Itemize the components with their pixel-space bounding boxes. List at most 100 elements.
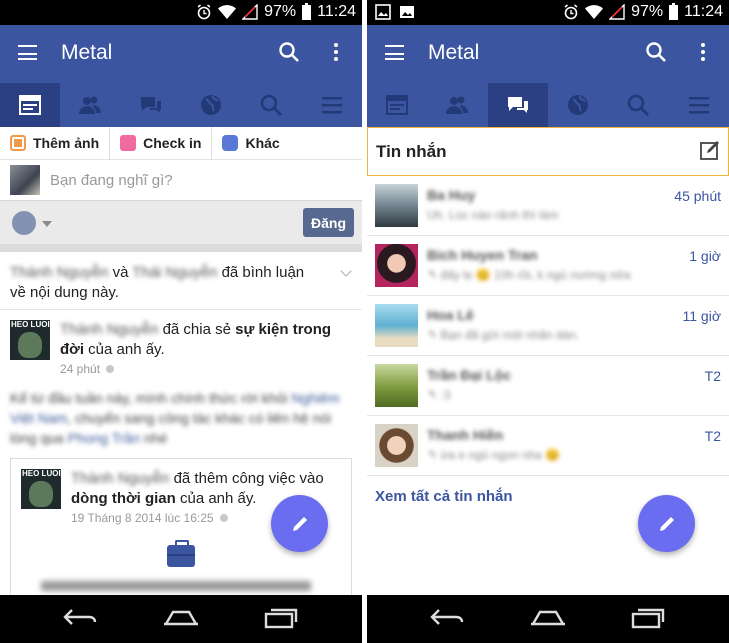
battery-percent: 97% bbox=[264, 3, 297, 20]
clock: 11:24 bbox=[684, 3, 723, 20]
message-preview: ↰ đấy lẹ 😊 10h rồi, k ngủ nướng nữa bbox=[427, 268, 631, 282]
shared-date[interactable]: 19 Tháng 8 2014 lúc 16:25 bbox=[71, 511, 214, 525]
message-item[interactable]: Trần Đại Lộc ↰ :3 T2 bbox=[367, 356, 729, 416]
tab-notifications[interactable] bbox=[181, 83, 241, 127]
messages-icon bbox=[507, 97, 528, 113]
see-all-messages-link[interactable]: Xem tất cả tin nhắn bbox=[375, 488, 513, 505]
message-item[interactable]: Hoa Lê ↰ Bạn đã gửi một nhãn dán. 11 giờ bbox=[367, 296, 729, 356]
wifi-icon bbox=[218, 5, 237, 19]
home-icon[interactable] bbox=[529, 607, 567, 627]
check-in-label: Check in bbox=[143, 135, 202, 151]
avatar bbox=[10, 165, 40, 195]
add-photo-button[interactable]: Thêm ảnh bbox=[0, 126, 111, 160]
blurred-text bbox=[41, 581, 311, 591]
compose-fab[interactable] bbox=[271, 495, 328, 552]
avatar-text: HEO LUOI bbox=[22, 469, 61, 478]
tab-news-feed[interactable] bbox=[0, 83, 61, 127]
app-bar: Metal bbox=[367, 25, 729, 83]
divider bbox=[0, 244, 362, 252]
compose-fab[interactable] bbox=[638, 495, 695, 552]
feed-post: HEO LUOI Thành Nguyễn đã chia sẻ sự kiện… bbox=[0, 310, 362, 448]
search-icon[interactable] bbox=[278, 41, 300, 63]
photo-icon bbox=[10, 135, 26, 151]
menu-icon[interactable] bbox=[18, 45, 37, 60]
recents-icon[interactable] bbox=[631, 607, 665, 629]
post-author[interactable]: Thành Nguyễn bbox=[60, 321, 158, 338]
post-button[interactable]: Đăng bbox=[303, 208, 354, 237]
messages-icon bbox=[140, 97, 161, 113]
friends-icon bbox=[446, 96, 469, 114]
tab-messages[interactable] bbox=[487, 83, 548, 127]
audience-globe-icon[interactable] bbox=[12, 211, 36, 235]
shared-author[interactable]: Thành Nguyễn bbox=[71, 470, 169, 487]
message-item[interactable]: Thanh Hiền ↰ ừa e ngủ ngon nha 😊 T2 bbox=[367, 416, 729, 476]
avatar bbox=[375, 244, 418, 287]
message-preview: ↰ :3 bbox=[427, 388, 451, 402]
post-action: đã chia sẻ bbox=[162, 321, 231, 338]
home-icon[interactable] bbox=[162, 607, 200, 627]
tab-more[interactable] bbox=[669, 83, 729, 127]
message-sender: Trần Đại Lộc bbox=[427, 367, 512, 383]
battery-icon bbox=[669, 2, 679, 20]
chevron-down-icon[interactable] bbox=[340, 265, 352, 277]
news-feed-icon bbox=[386, 95, 409, 115]
gallery-icon bbox=[375, 4, 391, 20]
message-item[interactable]: Ba Huy Uh. Lúc nào rảnh thì làm 45 phút bbox=[367, 176, 729, 236]
back-icon[interactable] bbox=[62, 607, 98, 627]
avatar bbox=[375, 304, 418, 347]
post-meta: 24 phút bbox=[60, 362, 352, 376]
globe-icon bbox=[106, 365, 115, 373]
message-time: T2 bbox=[704, 428, 721, 444]
app-title: Metal bbox=[428, 41, 480, 64]
tab-news-feed[interactable] bbox=[367, 83, 427, 127]
other-button[interactable]: Khác bbox=[212, 127, 289, 160]
message-preview: ↰ Bạn đã gửi một nhãn dán. bbox=[427, 328, 580, 342]
post-body-text: Kể từ đầu tuần này, mình chính thức rời … bbox=[10, 390, 288, 406]
tab-search[interactable] bbox=[608, 83, 668, 127]
app-title: Metal bbox=[61, 41, 113, 64]
status-input[interactable]: Bạn đang nghĩ gì? bbox=[0, 160, 362, 200]
avatar bbox=[375, 424, 418, 467]
chevron-down-icon[interactable] bbox=[42, 221, 52, 227]
message-time: T2 bbox=[704, 368, 721, 384]
avatar[interactable]: HEO LUOI bbox=[10, 320, 50, 360]
avatar bbox=[375, 364, 418, 407]
post-headline: Thành Nguyễn đã chia sẻ sự kiện trong đờ… bbox=[60, 320, 352, 360]
actor-name[interactable]: Thành Nguyễn bbox=[10, 264, 108, 281]
search-icon[interactable] bbox=[645, 41, 667, 63]
pencil-icon bbox=[292, 516, 307, 531]
status-bar: 97% 11:24 bbox=[367, 0, 729, 25]
back-icon[interactable] bbox=[429, 607, 465, 627]
tab-bar bbox=[367, 83, 729, 127]
tab-friends[interactable] bbox=[60, 83, 120, 127]
post-link[interactable]: Phong Trần bbox=[68, 430, 140, 446]
tab-messages[interactable] bbox=[121, 83, 181, 127]
avatar[interactable]: HEO LUOI bbox=[21, 469, 61, 509]
message-item[interactable]: Bich Huyen Tran ↰ đấy lẹ 😊 10h rồi, k ng… bbox=[367, 236, 729, 296]
friends-icon bbox=[79, 96, 102, 114]
smiley-icon bbox=[222, 135, 239, 151]
tab-notifications[interactable] bbox=[548, 83, 608, 127]
pencil-icon bbox=[659, 516, 674, 531]
recents-icon[interactable] bbox=[264, 607, 298, 629]
status-bar: 97% 11:24 bbox=[0, 0, 362, 25]
message-preview: ↰ ừa e ngủ ngon nha 😊 bbox=[427, 448, 561, 462]
post-time[interactable]: 24 phút bbox=[60, 362, 100, 376]
news-feed-screen: 97% 11:24 Metal Thêm ảnh Check in Khác B… bbox=[0, 0, 362, 643]
actor-name[interactable]: Thái Nguyễn bbox=[132, 264, 217, 281]
check-in-button[interactable]: Check in bbox=[110, 126, 213, 160]
tab-friends[interactable] bbox=[427, 83, 487, 127]
globe-icon bbox=[201, 95, 222, 115]
menu-icon[interactable] bbox=[385, 45, 404, 60]
overflow-menu-icon[interactable] bbox=[700, 43, 706, 63]
overflow-menu-icon[interactable] bbox=[333, 43, 339, 63]
shared-timeline[interactable]: dòng thời gian bbox=[71, 490, 176, 507]
tab-search[interactable] bbox=[241, 83, 301, 127]
clock: 11:24 bbox=[317, 3, 356, 20]
alarm-icon bbox=[564, 4, 578, 20]
tab-more[interactable] bbox=[302, 83, 362, 127]
compose-message-icon[interactable] bbox=[700, 140, 720, 160]
avatar-text: HEO LUOI bbox=[11, 320, 50, 329]
avatar bbox=[375, 184, 418, 227]
message-sender: Hoa Lê bbox=[427, 307, 474, 323]
